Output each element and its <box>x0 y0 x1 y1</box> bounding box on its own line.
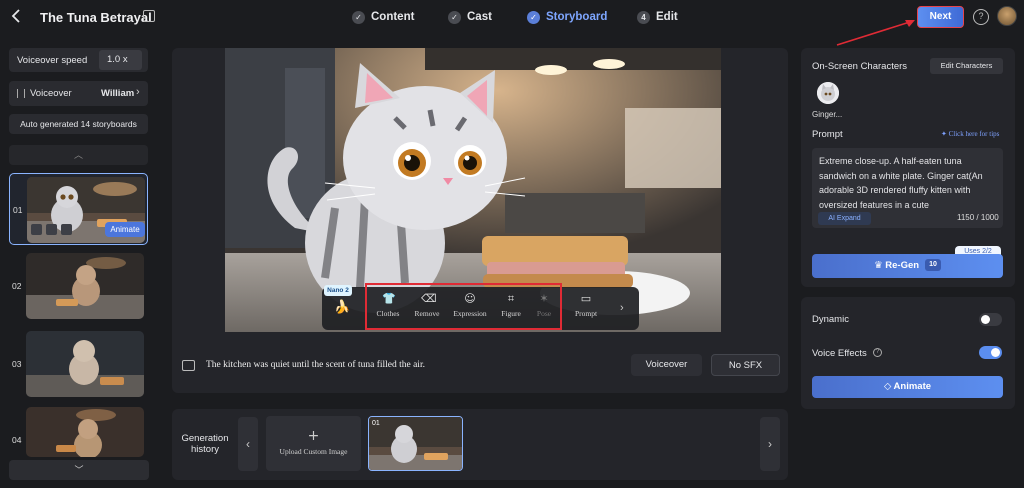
check-icon: ✓ <box>527 10 540 24</box>
regen-cost: 10 <box>925 259 941 272</box>
voiceover-button[interactable]: Voiceover <box>631 354 702 376</box>
thumbnail-tools <box>31 224 72 235</box>
scroll-up-button[interactable]: ︿ <box>9 145 148 165</box>
tool-prompt[interactable]: ▭ Prompt <box>564 293 608 325</box>
history-next-button[interactable]: › <box>760 417 780 471</box>
model-badge: Nano 2 <box>324 285 352 296</box>
history-thumbnail[interactable]: 01 <box>368 416 463 471</box>
prompt-icon: ▭ <box>580 292 592 305</box>
plus-icon: + <box>307 428 320 444</box>
animate-chip-button[interactable]: Animate <box>105 222 145 237</box>
history-thumbnail-number: 01 <box>372 420 380 427</box>
download-icon[interactable] <box>61 224 72 235</box>
scene-caption[interactable]: The kitchen was quiet until the scent of… <box>206 360 425 370</box>
animate-label: Animate <box>893 381 932 392</box>
animate-button[interactable]: ◇ Animate <box>812 376 1003 398</box>
toggle-knob <box>991 348 1000 357</box>
storyboard-number: 01 <box>13 205 23 215</box>
voiceover-speed-row: Voiceover speed 1.0 x <box>9 48 148 72</box>
help-icon[interactable]: ? <box>973 9 989 25</box>
onscreen-characters-title: On-Screen Characters <box>812 61 908 72</box>
step-edit[interactable]: 4 Edit <box>637 8 678 26</box>
scroll-down-button[interactable]: ﹀ <box>9 460 149 480</box>
toggle-knob <box>981 315 990 324</box>
storyboard-thumbnail <box>26 253 144 319</box>
voiceover-name: William <box>101 88 135 99</box>
upload-custom-image-button[interactable]: + Upload Custom Image <box>266 416 361 471</box>
upload-label: Upload Custom Image <box>279 447 348 456</box>
animate-icon: ◇ <box>883 381 894 392</box>
back-arrow-icon[interactable] <box>10 8 28 28</box>
step-label: Storyboard <box>546 11 608 23</box>
storyboard-item[interactable]: 04 <box>9 404 148 457</box>
storyboard-item[interactable]: 02 <box>9 250 148 322</box>
character-count: 1150 / 1000 <box>957 213 999 222</box>
step-number: 4 <box>637 10 650 24</box>
voiceover-selector[interactable]: Voiceover William › <box>9 81 148 106</box>
next-button[interactable]: Next <box>917 6 964 28</box>
crown-icon: ♛ <box>874 260 886 271</box>
voice-effects-toggle[interactable] <box>979 346 1002 359</box>
sfx-button[interactable]: No SFX <box>711 354 780 376</box>
voiceover-label: Voiceover <box>30 88 72 99</box>
edit-characters-button[interactable]: Edit Characters <box>930 58 1003 74</box>
storyboard-thumbnail <box>26 331 144 397</box>
tips-link-label: Click here for tips <box>948 130 1000 138</box>
step-label: Cast <box>467 11 492 23</box>
ai-expand-label: AI Expand <box>828 215 861 222</box>
storyboard-item[interactable]: 03 <box>9 328 148 400</box>
annotation-arrow <box>836 20 915 46</box>
tips-link[interactable]: ✦ Click here for tips <box>941 130 999 138</box>
edit-characters-label: Edit Characters <box>940 61 993 70</box>
ai-expand-button[interactable]: AI Expand <box>818 212 871 225</box>
storyboard-item[interactable]: 01 Animate <box>9 173 148 245</box>
user-avatar[interactable] <box>997 6 1017 26</box>
annotation-highlight-box <box>365 283 562 330</box>
step-content[interactable]: ✓ Content <box>352 8 414 26</box>
step-label: Content <box>371 11 415 23</box>
banana-icon[interactable]: 🍌 <box>334 299 350 315</box>
copy-icon[interactable] <box>46 224 57 235</box>
prompt-text[interactable]: Extreme close-up. A half-eaten tuna sand… <box>819 154 999 212</box>
voiceover-button-label: Voiceover <box>645 359 688 370</box>
caption-icon <box>182 360 195 371</box>
prompt-label: Prompt <box>812 129 843 140</box>
info-icon[interactable]: ? <box>873 348 882 357</box>
generation-history-label: Generation history <box>181 433 229 455</box>
check-icon: ✓ <box>448 10 461 24</box>
sfx-button-label: No SFX <box>728 360 763 371</box>
dynamic-toggle[interactable] <box>979 313 1002 326</box>
check-icon: ✓ <box>352 10 365 24</box>
sparkle-icon: ✦ <box>941 130 949 138</box>
project-title: The Tuna Betrayal <box>40 10 152 25</box>
voiceover-speed-stepper[interactable]: 1.0 x <box>99 50 142 70</box>
character-avatar[interactable] <box>817 82 839 104</box>
dynamic-label: Dynamic <box>812 314 849 325</box>
waveform-icon <box>17 89 25 98</box>
chevron-right-icon: › <box>136 86 140 98</box>
regen-button[interactable]: ♛ Re-Gen 10 <box>812 254 1003 278</box>
step-label: Edit <box>656 11 678 23</box>
step-storyboard[interactable]: ✓ Storyboard <box>527 8 607 26</box>
step-cast[interactable]: ✓ Cast <box>448 8 492 26</box>
storyboard-number: 03 <box>12 359 22 369</box>
generation-history-panel <box>172 409 788 480</box>
storyboard-number: 04 <box>12 435 22 445</box>
history-prev-button[interactable]: ‹ <box>238 417 258 471</box>
regen-label: Re-Gen <box>885 260 920 271</box>
voiceover-speed-label: Voiceover speed <box>17 55 88 66</box>
storyboard-number: 02 <box>12 281 22 291</box>
voice-effects-label: Voice Effects <box>812 348 867 359</box>
edit-pencil-icon[interactable] <box>143 10 155 22</box>
delete-icon[interactable] <box>31 224 42 235</box>
character-name: Ginger... <box>812 110 843 119</box>
chevron-right-icon[interactable]: › <box>620 302 624 314</box>
auto-generated-info: Auto generated 14 storyboards <box>9 114 148 134</box>
tool-label: Prompt <box>574 309 598 318</box>
storyboard-thumbnail <box>26 407 144 457</box>
